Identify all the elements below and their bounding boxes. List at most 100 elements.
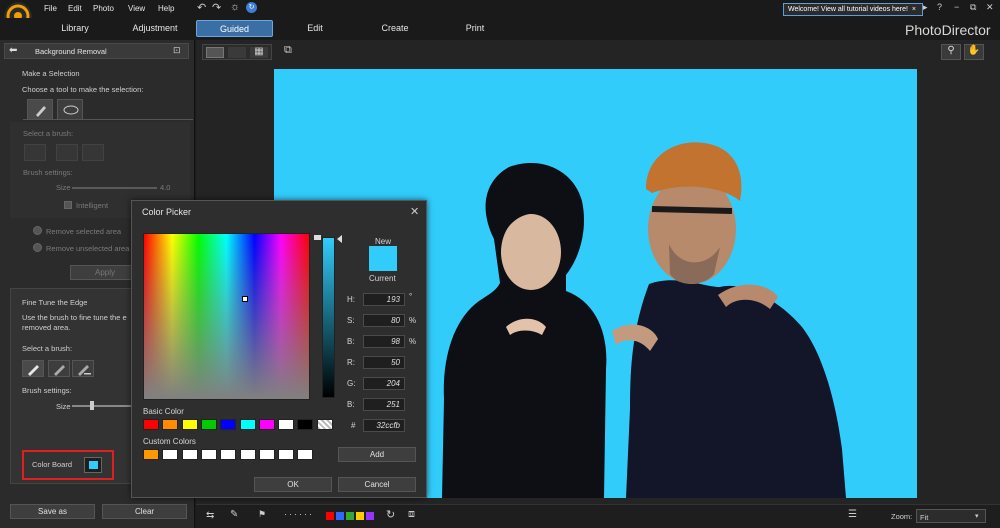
undo-icon[interactable]: ↶ <box>197 1 206 14</box>
basic-color-swatch[interactable] <box>316 419 333 430</box>
tip-dropdown-icon[interactable]: ▸ <box>923 2 928 13</box>
custom-color-swatch[interactable] <box>297 449 314 460</box>
remove-selected-radio[interactable] <box>33 226 42 235</box>
s-label: S: <box>347 316 355 325</box>
blue-field[interactable]: 251 <box>363 398 405 411</box>
brightness-field[interactable]: 98 <box>363 335 405 348</box>
hex-label: # <box>351 421 356 430</box>
rating-dots[interactable]: ······ <box>284 509 314 519</box>
tab-library[interactable]: Library <box>42 20 108 37</box>
eyedropper-icon[interactable]: ✎ <box>230 509 238 520</box>
hue-field[interactable]: 193 <box>363 293 405 306</box>
add-brush-icon[interactable] <box>56 144 78 161</box>
basic-color-swatch[interactable] <box>143 419 159 430</box>
color-board-swatch[interactable] <box>84 457 102 473</box>
luminance-arrow[interactable] <box>337 235 342 243</box>
green-field[interactable]: 204 <box>363 377 405 390</box>
grid-view-icon[interactable]: ▦ <box>250 47 268 58</box>
update-icon[interactable]: ↻ <box>246 2 257 13</box>
save-as-button[interactable]: Save as <box>10 504 95 519</box>
tab-guided[interactable]: Guided <box>196 20 273 37</box>
fullscreen-icon[interactable]: ⧉ <box>284 44 300 58</box>
menu-view[interactable]: View <box>128 4 145 13</box>
menu-photo[interactable]: Photo <box>93 4 114 13</box>
panel-menu-icon[interactable]: ⊡ <box>173 45 181 56</box>
tab-create[interactable]: Create <box>370 20 420 37</box>
restore-icon[interactable]: ⧉ <box>970 2 976 13</box>
custom-color-swatch[interactable] <box>239 449 256 460</box>
basic-color-swatch[interactable] <box>278 419 295 430</box>
zoom-select[interactable]: Fit ▾ <box>916 509 986 523</box>
luminance-handle-left[interactable] <box>314 235 321 240</box>
custom-color-swatch[interactable] <box>162 449 179 460</box>
brush-erase-icon[interactable] <box>72 360 94 377</box>
luminance-slider[interactable] <box>322 237 335 398</box>
single-view-icon[interactable] <box>206 47 224 58</box>
custom-color-swatch[interactable] <box>200 449 217 460</box>
hex-field[interactable]: 32ccfb <box>363 419 405 432</box>
cancel-button[interactable]: Cancel <box>338 477 416 492</box>
view-mode-group: ▦ <box>202 44 272 60</box>
intelligent-checkbox[interactable] <box>64 201 72 209</box>
pan-tool-icon[interactable]: ✋ <box>964 44 984 60</box>
ok-button[interactable]: OK <box>254 477 332 492</box>
remove-unselected-radio[interactable] <box>33 243 42 252</box>
brush-icon-1[interactable] <box>24 144 46 161</box>
sort-menu-icon[interactable]: ☰ <box>848 509 866 522</box>
compare-view-icon[interactable] <box>228 47 246 58</box>
custom-color-swatch[interactable] <box>181 449 198 460</box>
flag-icon[interactable]: ⚑ <box>258 509 266 520</box>
tab-edit[interactable]: Edit <box>290 20 340 37</box>
zoom-tool-icon[interactable]: ⚲ <box>941 44 961 60</box>
back-arrow-icon[interactable]: ⬅ <box>9 45 17 56</box>
color-label-yellow[interactable] <box>356 512 364 520</box>
menu-edit[interactable]: Edit <box>68 4 82 13</box>
minimize-icon[interactable]: − <box>954 2 959 12</box>
redo-icon[interactable]: ↷ <box>212 1 221 14</box>
basic-color-swatch[interactable] <box>297 419 314 430</box>
size-slider-handle[interactable] <box>90 401 94 410</box>
lasso-tool-tab[interactable] <box>57 99 83 120</box>
saturation-field[interactable]: 80 <box>363 314 405 327</box>
custom-color-swatch[interactable] <box>143 449 159 460</box>
close-tip-icon[interactable]: × <box>912 6 916 13</box>
basic-color-swatch[interactable] <box>258 419 275 430</box>
tab-print[interactable]: Print <box>450 20 500 37</box>
basic-color-swatch[interactable] <box>239 419 256 430</box>
custom-color-swatch[interactable] <box>278 449 295 460</box>
crop-icon[interactable]: ⧈ <box>408 508 415 521</box>
add-color-button[interactable]: Add <box>338 447 416 462</box>
spectrum-marker[interactable] <box>242 296 248 302</box>
menu-file[interactable]: File <box>44 4 57 13</box>
tutorial-tip[interactable]: Welcome! View all tutorial videos here! … <box>783 3 923 16</box>
brush-tool-tab[interactable] <box>27 99 53 120</box>
basic-color-swatch[interactable] <box>220 419 237 430</box>
clear-button[interactable]: Clear <box>102 504 187 519</box>
brush-paint-icon[interactable] <box>22 360 44 377</box>
size-slider[interactable] <box>72 187 157 189</box>
color-label-blue[interactable] <box>336 512 344 520</box>
brush-restore-icon[interactable] <box>48 360 70 377</box>
subtract-brush-icon[interactable] <box>82 144 104 161</box>
color-spectrum[interactable] <box>143 233 310 400</box>
basic-color-swatch[interactable] <box>181 419 198 430</box>
dialog-close-icon[interactable]: ✕ <box>410 205 419 218</box>
undo-edit-icon[interactable]: ⇆ <box>206 510 214 521</box>
custom-color-swatch[interactable] <box>220 449 237 460</box>
basic-color-swatch[interactable] <box>162 419 179 430</box>
red-field[interactable]: 50 <box>363 356 405 369</box>
menu-help[interactable]: Help <box>158 4 174 13</box>
apply-button[interactable]: Apply <box>70 265 140 280</box>
rotate-icon[interactable]: ↻ <box>386 508 395 521</box>
basic-color-swatch[interactable] <box>200 419 217 430</box>
color-label-purple[interactable] <box>366 512 374 520</box>
chevron-down-icon: ▾ <box>975 513 979 520</box>
help-icon[interactable]: ? <box>937 2 942 12</box>
tab-adjustment[interactable]: Adjustment <box>120 20 190 37</box>
close-icon[interactable]: ✕ <box>986 2 994 13</box>
custom-color-swatch[interactable] <box>258 449 275 460</box>
color-label-green[interactable] <box>346 512 354 520</box>
settings-icon[interactable]: ☼ <box>230 1 240 13</box>
color-label-red[interactable] <box>326 512 334 520</box>
saturation-unit: % <box>409 316 417 325</box>
